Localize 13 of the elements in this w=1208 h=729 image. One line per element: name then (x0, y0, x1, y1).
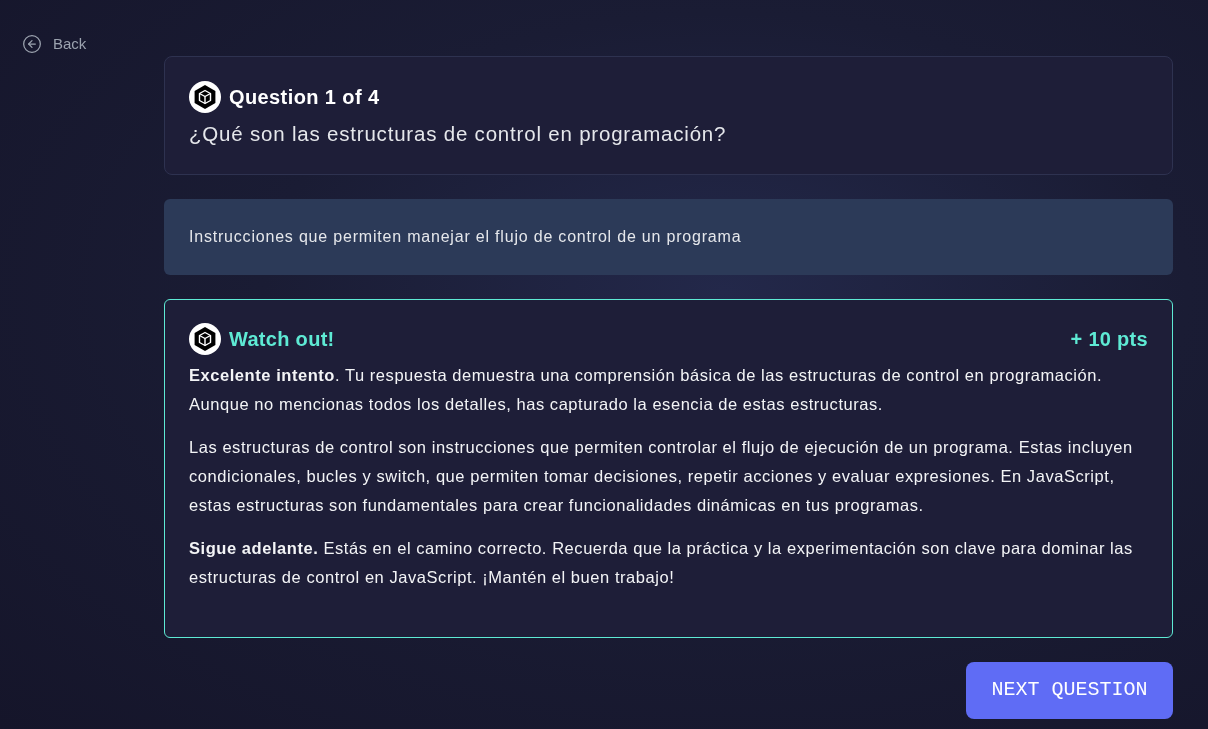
next-question-button[interactable]: NEXT QUESTION (966, 661, 1173, 719)
feedback-paragraph: Las estructuras de control son instrucciones que permiten controlar el flujo de ejecución de un programa. Estas incluyen condicionales, bucles y switch, que permiten tomar decisiones, repetir acciones y evaluar expresiones. En JavaScript, estas estructuras son fundamentales para crear funcionalidades dinámicas en tus programas. (189, 436, 1134, 516)
answer-box: Instrucciones que permiten manejar el flujo de control de un programa (164, 198, 1173, 275)
feedback-paragraph: Excelente intento. Tu respuesta demuestra una comprensión básica de las estructuras de control en programación. Aunque no mencionas todos los detalles, has capturado la esencia de estas estructuras. (189, 364, 1104, 415)
question-text: ¿Qué son las estructuras de control en programación? (189, 121, 728, 147)
cube-icon (189, 322, 221, 355)
points-label: + 10 pts (1070, 326, 1148, 352)
cube-icon (189, 81, 221, 113)
feedback-paragraph: Sigue adelante. Estás en el camino correcto. Recuerda que la práctica y la experimentación son clave para dominar las estructuras de control en JavaScript. ¡Mantén el buen trabajo! (189, 537, 1134, 588)
question-title: Question 1 of 4 (229, 85, 380, 110)
back-icon (22, 34, 42, 55)
feedback-title: Watch out! (229, 326, 335, 352)
back-link[interactable]: Back (22, 33, 87, 56)
